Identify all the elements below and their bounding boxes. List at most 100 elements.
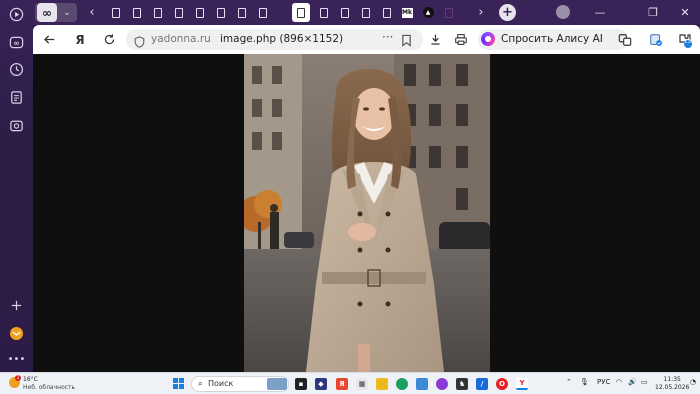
tab-active[interactable] xyxy=(292,3,310,22)
yandex-browser-icon[interactable]: Y xyxy=(516,378,528,390)
back-icon[interactable] xyxy=(39,30,59,49)
play-icon[interactable] xyxy=(7,5,26,24)
tab[interactable] xyxy=(440,3,458,22)
url-host: yadonna.ru xyxy=(151,33,211,45)
page-icon xyxy=(297,7,305,18)
extensions-badge: 13 xyxy=(684,39,691,45)
tab[interactable] xyxy=(170,3,188,22)
store-icon[interactable] xyxy=(416,378,428,390)
viewed-image[interactable] xyxy=(244,54,490,372)
collections-icon[interactable] xyxy=(7,88,26,107)
app-blue-icon[interactable]: / xyxy=(476,378,488,390)
more-options-icon[interactable]: ··· xyxy=(382,30,393,44)
tab-group-switcher[interactable]: ∞ ⌄ xyxy=(35,3,77,22)
ask-alice-label: Спросить Алису AI xyxy=(501,33,603,45)
address-bar-row: Я yadonna.ru image.php (896×1152) ··· Сп… xyxy=(33,25,700,54)
weather-alert-badge: 1 xyxy=(15,375,21,381)
page-icon xyxy=(320,7,328,18)
tab-mk[interactable]: Mk xyxy=(398,3,416,22)
page-icon xyxy=(238,7,246,18)
task-view-icon[interactable]: ▪ xyxy=(295,378,307,390)
yandex-app-icon[interactable]: Я xyxy=(336,378,348,390)
opera-icon[interactable]: O xyxy=(496,378,508,390)
game-icon[interactable]: ♞ xyxy=(456,378,468,390)
add-panel-icon[interactable] xyxy=(7,296,26,315)
extension-icon[interactable] xyxy=(646,30,666,49)
tab[interactable] xyxy=(233,3,251,22)
page-icon xyxy=(175,7,183,18)
ask-alice-button[interactable]: Спросить Алису AI xyxy=(478,29,628,50)
browser-sidebar: ∞ ••• xyxy=(0,0,33,372)
app-icon[interactable]: ▦ xyxy=(356,378,368,390)
tab[interactable] xyxy=(336,3,354,22)
app-shield-icon[interactable]: ◆ xyxy=(315,378,327,390)
yandex-logo-icon[interactable]: Я xyxy=(70,30,90,49)
tab[interactable] xyxy=(315,3,333,22)
translate-icon[interactable] xyxy=(615,30,635,49)
search-label: Поиск xyxy=(208,379,234,388)
triangle-logo-icon: ▲ xyxy=(422,7,434,18)
tab-strip: ∞ ⌄ ‹ Mk ▲ › + — ❐ ✕ xyxy=(33,0,700,25)
tab[interactable] xyxy=(128,3,146,22)
tab[interactable] xyxy=(107,3,125,22)
chevron-left-icon[interactable]: ‹ xyxy=(84,3,100,22)
download-icon[interactable] xyxy=(425,30,445,49)
tab[interactable] xyxy=(191,3,209,22)
svg-text:∞: ∞ xyxy=(13,38,19,47)
chevron-up-icon[interactable]: ⌃ xyxy=(566,378,572,386)
volume-icon[interactable]: 🔊 xyxy=(628,378,637,386)
infinity-icon[interactable]: ∞ xyxy=(37,3,57,22)
language-indicator[interactable]: РУС xyxy=(597,378,610,386)
clock-date: 12.05.2026 xyxy=(655,384,690,391)
tab-mk-label: Mk xyxy=(401,7,413,18)
windows-start-button[interactable] xyxy=(173,378,184,389)
notifications-icon[interactable]: ◔ xyxy=(690,378,696,386)
tab[interactable] xyxy=(149,3,167,22)
battery-icon[interactable]: ▭ xyxy=(641,378,648,386)
page-icon xyxy=(259,7,267,18)
page-icon xyxy=(154,7,162,18)
tab[interactable] xyxy=(378,3,396,22)
avatar[interactable] xyxy=(556,5,570,19)
page-icon xyxy=(112,7,120,18)
shield-icon[interactable] xyxy=(134,33,146,48)
close-icon[interactable]: ✕ xyxy=(675,3,695,22)
wifi-icon[interactable]: ◠ xyxy=(616,378,622,386)
url-bar[interactable]: yadonna.ru image.php (896×1152) ··· xyxy=(126,29,423,50)
search-highlight-icon[interactable] xyxy=(267,378,287,390)
system-clock[interactable]: 11:35 12.05.2026 xyxy=(655,376,689,392)
mail-app-icon[interactable] xyxy=(7,324,26,343)
bookmark-icon[interactable] xyxy=(401,32,415,47)
more-icon[interactable]: ••• xyxy=(7,350,26,369)
chevron-right-icon[interactable]: › xyxy=(473,3,489,22)
tab[interactable] xyxy=(212,3,230,22)
new-tab-button[interactable]: + xyxy=(499,4,516,21)
edge-icon[interactable] xyxy=(396,378,408,390)
page-icon xyxy=(341,7,349,18)
infinity-icon[interactable]: ∞ xyxy=(7,33,26,52)
history-icon[interactable] xyxy=(7,60,26,79)
restore-icon[interactable]: ❐ xyxy=(643,3,663,22)
clock-time: 11:35 xyxy=(663,376,681,383)
page-title: image.php (896×1152) xyxy=(220,33,344,45)
microphone-icon[interactable]: 🎙 xyxy=(580,378,589,386)
tab[interactable]: ▲ xyxy=(419,3,437,22)
page-icon xyxy=(445,7,453,18)
reload-icon[interactable] xyxy=(99,30,119,49)
screenshot-icon[interactable] xyxy=(7,116,26,135)
page-icon xyxy=(217,7,225,18)
page-content xyxy=(33,54,700,372)
file-explorer-icon[interactable] xyxy=(376,378,388,390)
print-icon[interactable] xyxy=(451,30,471,49)
page-icon xyxy=(133,7,141,18)
minimize-icon[interactable]: — xyxy=(590,3,610,22)
extensions-counter-icon[interactable]: 13 xyxy=(675,30,695,49)
chevron-down-icon[interactable]: ⌄ xyxy=(59,3,75,22)
tab[interactable] xyxy=(254,3,272,22)
tab[interactable] xyxy=(357,3,375,22)
page-icon xyxy=(383,7,391,18)
alice-app-icon[interactable] xyxy=(436,378,448,390)
windows-taskbar: 1 16°C Неб. облачность ⌕ Поиск ▪ ◆ Я ▦ ♞… xyxy=(0,372,700,394)
weather-temp[interactable]: 16°C xyxy=(23,376,38,383)
weather-desc[interactable]: Неб. облачность xyxy=(23,384,75,391)
